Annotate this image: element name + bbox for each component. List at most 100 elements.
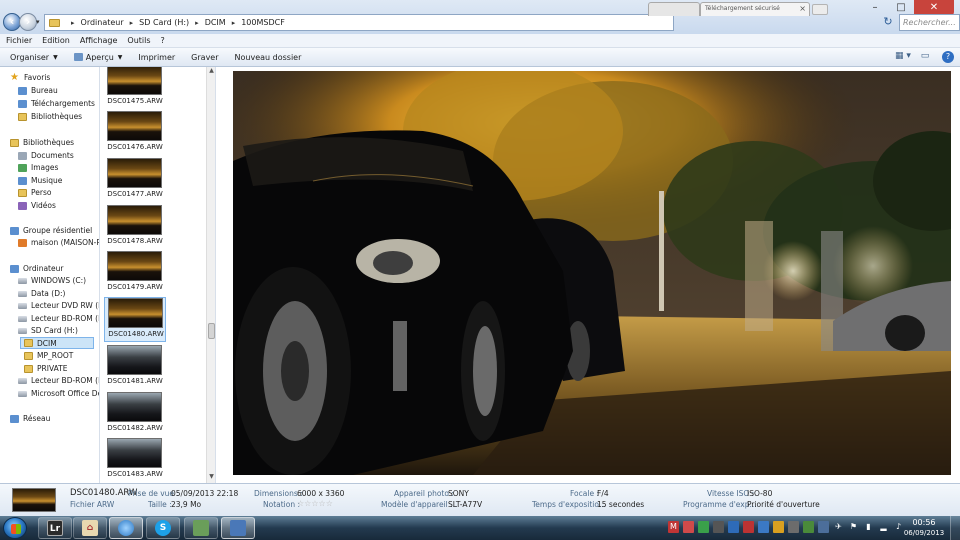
tray-app-icon[interactable] <box>683 521 694 533</box>
menu-edit[interactable]: Edition <box>42 34 70 47</box>
battery-icon[interactable]: ▮ <box>863 521 874 533</box>
file-thumbnail[interactable]: DSC01478.ARW <box>104 205 166 251</box>
browser-tab-blank[interactable] <box>648 2 700 16</box>
nav-drive-i[interactable]: Lecteur BD-ROM (I:) <box>18 376 99 385</box>
nav-libraries[interactable]: Bibliothèques <box>10 138 74 147</box>
breadcrumb-computer[interactable]: Ordinateur <box>81 18 124 27</box>
nav-office[interactable]: Microsoft Office Dé <box>18 389 99 398</box>
forward-button[interactable]: › <box>19 13 37 31</box>
start-button[interactable] <box>3 517 27 539</box>
nav-homegroup[interactable]: Groupe résidentiel <box>10 226 92 235</box>
exposure-value[interactable]: 15 secondes <box>597 500 644 509</box>
nav-mp-root[interactable]: MP_ROOT <box>24 351 73 360</box>
nav-music[interactable]: Musique <box>18 176 62 185</box>
taskbar-skype[interactable]: S <box>146 517 180 539</box>
nav-favorites[interactable]: ★ Favoris <box>10 72 50 82</box>
burn-button[interactable]: Graver <box>191 53 218 62</box>
nav-desktop[interactable]: Bureau <box>18 86 58 95</box>
file-thumbnail[interactable]: DSC01479.ARW <box>104 251 166 297</box>
file-thumbnail[interactable]: DSC01481.ARW <box>104 345 166 391</box>
menu-tools[interactable]: Outils <box>127 34 150 47</box>
nav-drive-e[interactable]: Lecteur DVD RW (E:) <box>18 301 99 310</box>
nav-private[interactable]: PRIVATE <box>24 364 67 373</box>
star-icon[interactable]: ☆ <box>326 499 333 508</box>
nav-network[interactable]: Réseau <box>10 414 50 423</box>
menu-help[interactable]: ? <box>161 34 165 47</box>
chevron-right-icon[interactable]: ▸ <box>71 19 75 27</box>
tray-app-icon[interactable] <box>728 521 739 533</box>
tray-app-icon[interactable] <box>743 521 754 533</box>
tray-app-icon[interactable] <box>788 521 799 533</box>
model-value[interactable]: SLT-A77V <box>448 500 482 509</box>
breadcrumb-100msdcf[interactable]: 100MSDCF <box>241 18 285 27</box>
taskbar-home[interactable]: ⌂ <box>73 517 107 539</box>
search-input[interactable]: Rechercher... <box>899 14 960 31</box>
nav-downloads[interactable]: Téléchargements <box>18 99 95 108</box>
program-value[interactable]: Priorité d'ouverture <box>747 500 820 509</box>
nav-documents[interactable]: Documents <box>18 151 74 160</box>
file-thumbnail[interactable]: DSC01482.ARW <box>104 392 166 438</box>
airplane-icon[interactable]: ✈ <box>833 521 844 533</box>
network-icon[interactable]: ▂ <box>878 521 889 533</box>
nav-computer[interactable]: Ordinateur <box>10 264 63 273</box>
menu-view[interactable]: Affichage <box>80 34 118 47</box>
star-icon[interactable]: ☆ <box>319 499 326 508</box>
file-thumbnail[interactable]: DSC01483.ARW <box>104 438 166 483</box>
nav-perso[interactable]: Perso <box>18 188 51 197</box>
nav-dcim[interactable]: DCIM <box>20 337 94 349</box>
tray-app-icon[interactable] <box>698 521 709 533</box>
taskbar-explorer[interactable] <box>109 517 143 539</box>
tray-app-icon[interactable] <box>758 521 769 533</box>
help-icon[interactable]: ? <box>942 51 954 63</box>
focal-value[interactable]: F/4 <box>597 489 609 498</box>
file-thumbnail[interactable]: DSC01476.ARW <box>104 111 166 157</box>
chevron-right-icon[interactable]: ▸ <box>195 19 199 27</box>
breadcrumb-sd-card[interactable]: SD Card (H:) <box>139 18 189 27</box>
file-thumbnail[interactable]: DSC01475.ARW <box>104 67 166 111</box>
antivirus-icon[interactable]: M <box>668 521 679 533</box>
view-mode-icon[interactable]: ▦ ▾ <box>894 51 912 64</box>
browser-tab-download[interactable]: Téléchargement sécurisé × <box>700 2 810 16</box>
taskbar-control[interactable] <box>221 517 255 539</box>
close-icon[interactable]: × <box>799 4 806 13</box>
file-thumbnail[interactable]: DSC01477.ARW <box>104 158 166 204</box>
iso-value[interactable]: ISO-80 <box>747 489 772 498</box>
star-icon[interactable]: ☆ <box>311 499 318 508</box>
refresh-icon[interactable]: ↻ <box>880 15 896 30</box>
taskbar-clock[interactable]: 00:56 06/09/2013 <box>902 518 946 538</box>
new-tab-button[interactable] <box>812 4 828 15</box>
tray-app-icon[interactable] <box>818 521 829 533</box>
scroll-thumb[interactable] <box>208 323 215 339</box>
menu-file[interactable]: Fichier <box>6 34 32 47</box>
nav-videos[interactable]: Vidéos <box>18 201 56 210</box>
chevron-right-icon[interactable]: ▸ <box>232 19 236 27</box>
scroll-down-icon[interactable]: ▼ <box>207 473 216 483</box>
address-field[interactable]: ▸ Ordinateur ▸ SD Card (H:) ▸ DCIM ▸ 100… <box>44 14 674 31</box>
camera-value[interactable]: SONY <box>448 489 469 498</box>
nav-libraries-fav[interactable]: Bibliothèques <box>18 112 82 121</box>
taskbar-device[interactable] <box>184 517 218 539</box>
print-button[interactable]: Imprimer <box>138 53 175 62</box>
flag-icon[interactable]: ⚑ <box>848 521 859 533</box>
show-desktop-button[interactable] <box>950 516 960 540</box>
rating-stars[interactable]: ☆☆☆☆☆ <box>297 499 333 508</box>
chevron-right-icon[interactable]: ▸ <box>130 19 134 27</box>
new-folder-button[interactable]: Nouveau dossier <box>235 53 302 62</box>
file-thumbnail-selected[interactable]: DSC01480.ARW <box>104 297 166 342</box>
tray-app-icon[interactable] <box>773 521 784 533</box>
taken-value[interactable]: 05/09/2013 22:18 <box>171 489 238 498</box>
vertical-scrollbar[interactable]: ▲ ▼ <box>206 67 215 483</box>
nav-images[interactable]: Images <box>18 163 58 172</box>
nav-drive-d[interactable]: Data (D:) <box>18 289 65 298</box>
nav-drive-c[interactable]: WINDOWS (C:) <box>18 276 86 285</box>
nav-drive-f[interactable]: Lecteur BD-ROM (F: <box>18 314 99 323</box>
tray-app-icon[interactable] <box>713 521 724 533</box>
nav-maison[interactable]: maison (MAISON-P <box>18 238 99 247</box>
preview-button[interactable]: Aperçu ▼ <box>73 53 122 62</box>
breadcrumb-dcim[interactable]: DCIM <box>205 18 226 27</box>
scroll-up-icon[interactable]: ▲ <box>207 67 216 77</box>
preview-pane-icon[interactable]: ▭ <box>916 51 934 64</box>
taskbar-lightroom[interactable]: Lr <box>38 517 72 539</box>
minimize-button[interactable]: – <box>862 0 888 16</box>
nav-drive-h[interactable]: SD Card (H:) <box>18 326 78 335</box>
